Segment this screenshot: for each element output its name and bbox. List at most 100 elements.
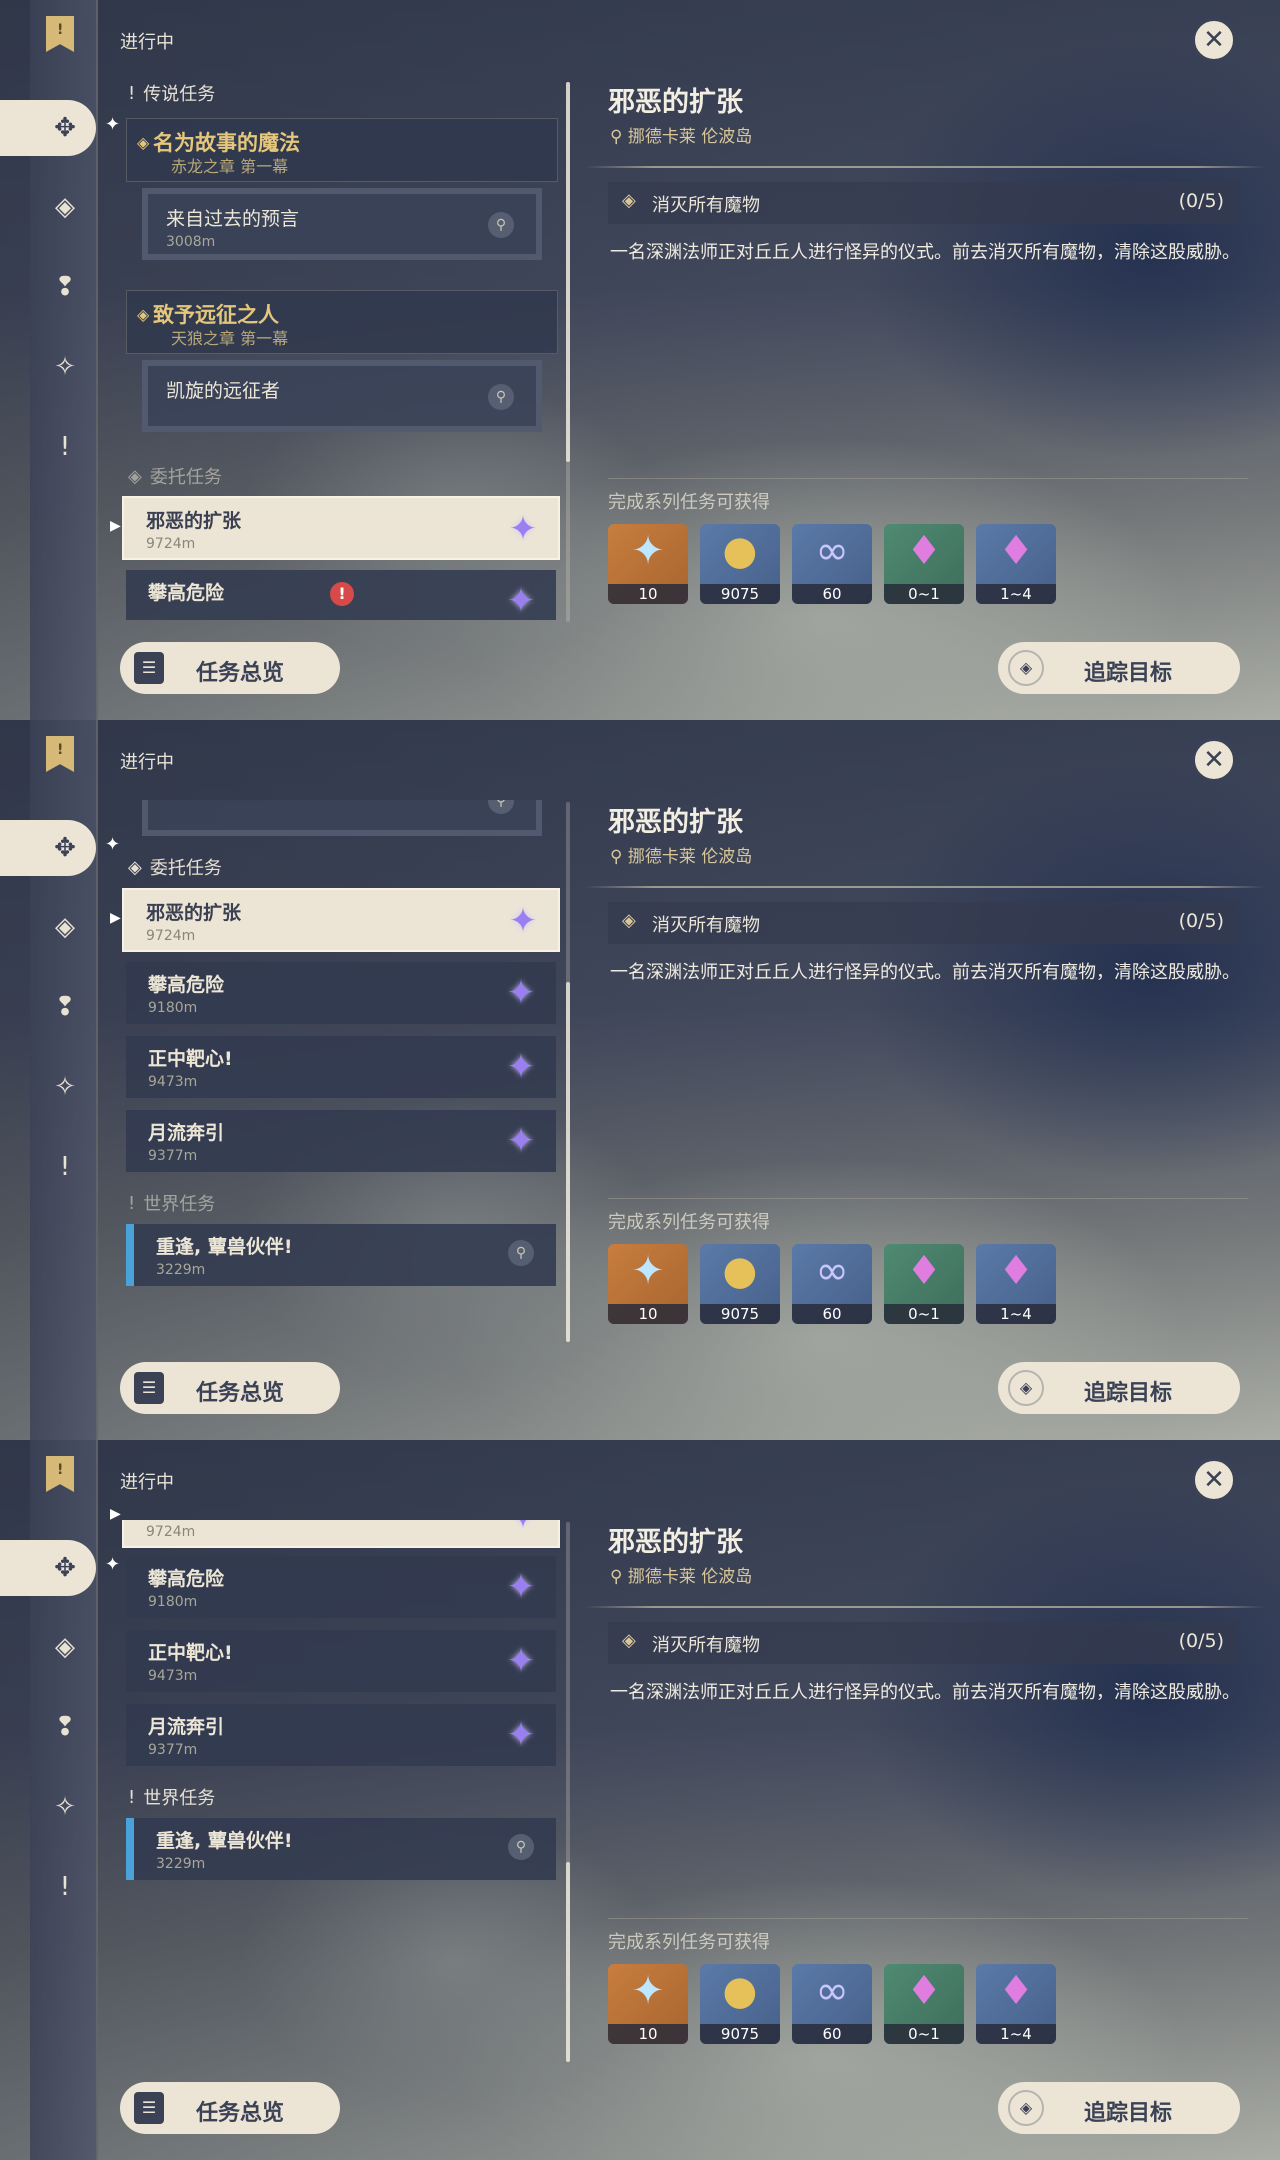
world-quest-category-icon[interactable]: ✧ xyxy=(40,342,90,392)
commission-item-selected[interactable]: 邪恶的扩张 9724m ✦ xyxy=(122,1520,560,1548)
commission-item[interactable]: 月流奔引 9377m ✦ xyxy=(126,1704,556,1766)
commission-star-icon: ✦ xyxy=(508,901,538,941)
location-pin-icon: ⚲ xyxy=(610,1567,628,1587)
exclamation-category-icon[interactable]: ! xyxy=(40,1862,90,1912)
quest-location: ⚲ 挪德卡莱 伦波岛 xyxy=(610,1567,753,1587)
reward-primogem[interactable]: ✦ 10 xyxy=(608,1964,688,2044)
reward-crystal-ore[interactable]: ♦ 0~1 xyxy=(884,1244,964,1324)
reward-mora[interactable]: ● 9075 xyxy=(700,1964,780,2044)
quest-overview-button[interactable]: ☰ 任务总览 xyxy=(120,2082,340,2134)
map-pin-icon[interactable]: ⚲ xyxy=(488,800,514,814)
world-quest-item[interactable]: 重逢, 蕈兽伙伴! 3229m ⚲ xyxy=(126,1224,556,1286)
section-world: ! 世界任务 xyxy=(128,1786,216,1810)
reward-mora[interactable]: ● 9075 xyxy=(700,1244,780,1324)
commission-item-selected[interactable]: 邪恶的扩张 9724m ✦ xyxy=(122,496,560,560)
rewards-row: ✦ 10 ● 9075 ∞ 60 ♦ 0~1 ♦ 1~4 xyxy=(608,1964,1056,2044)
track-target-button[interactable]: ◈ 追踪目标 xyxy=(998,2082,1240,2134)
close-icon: ✕ xyxy=(1203,25,1225,55)
commission-item[interactable]: 正中靶心! 9473m ✦ xyxy=(126,1630,556,1692)
friendship-exp-icon: ∞ xyxy=(815,528,849,574)
notebook-icon: ☰ xyxy=(134,652,164,684)
commission-star-icon: ✦ xyxy=(508,509,538,549)
commission-item[interactable]: 攀高危险 9180m ✦ xyxy=(126,962,556,1024)
reward-friendship[interactable]: ∞ 60 xyxy=(792,524,872,604)
legend-sub-quest[interactable]: ⚲ xyxy=(142,800,542,836)
story-quest-category-icon[interactable]: ❢ xyxy=(40,982,90,1032)
story-quest-category-icon[interactable]: ❢ xyxy=(40,1702,90,1752)
reward-crystal-ore[interactable]: ♦ 0~1 xyxy=(884,1964,964,2044)
rewards-label: 完成系列任务可获得 xyxy=(608,1212,770,1233)
reward-crystal-cluster[interactable]: ♦ 1~4 xyxy=(976,1244,1056,1324)
commission-item-selected[interactable]: 邪恶的扩张 9724m ✦ xyxy=(122,888,560,952)
rewards-row: ✦ 10 ● 9075 ∞ 60 ♦ 0~1 ♦ 1~4 xyxy=(608,524,1056,604)
commission-star-icon: ✦ xyxy=(506,973,536,1013)
close-button[interactable]: ✕ xyxy=(1192,1458,1236,1502)
divider xyxy=(585,166,1265,168)
exclamation-icon: ! xyxy=(128,1192,136,1214)
legend-sub-quest[interactable]: 来自过去的预言 3008m ⚲ xyxy=(142,188,542,260)
friendship-exp-icon: ∞ xyxy=(815,1968,849,2014)
archon-quest-category-icon[interactable]: ◈ xyxy=(40,182,90,232)
archon-quest-category-icon[interactable]: ◈ xyxy=(40,1622,90,1672)
close-button[interactable]: ✕ xyxy=(1192,18,1236,62)
story-quest-category-icon[interactable]: ❢ xyxy=(40,262,90,312)
legend-quest-card[interactable]: ◈ 致予远征之人 天狼之章 第一幕 xyxy=(126,290,558,354)
exclamation-category-icon[interactable]: ! xyxy=(40,422,90,472)
close-icon: ✕ xyxy=(1203,1465,1225,1495)
rewards-row: ✦ 10 ● 9075 ∞ 60 ♦ 0~1 ♦ 1~4 xyxy=(608,1244,1056,1324)
reward-primogem[interactable]: ✦ 10 xyxy=(608,524,688,604)
section-world: ! 世界任务 xyxy=(128,1192,216,1216)
reward-primogem[interactable]: ✦ 10 xyxy=(608,1244,688,1324)
world-quest-category-icon[interactable]: ✧ xyxy=(40,1782,90,1832)
commission-item[interactable]: 攀高危险 9180m ✦ xyxy=(126,1556,556,1618)
mora-icon: ● xyxy=(722,1248,758,1294)
quest-list[interactable]: 邪恶的扩张 9724m ✦ 攀高危险 9180m ✦ 正中靶心! 9473m ✦… xyxy=(118,1520,568,2060)
exclamation-category-icon[interactable]: ! xyxy=(40,1142,90,1192)
reward-friendship[interactable]: ∞ 60 xyxy=(792,1244,872,1324)
quest-title: 邪恶的扩张 xyxy=(608,87,743,118)
quest-list[interactable]: ! 传说任务 ◈ 名为故事的魔法 赤龙之章 第一幕 来自过去的预言 3008m ⚲… xyxy=(118,80,568,620)
track-target-button[interactable]: ◈ 追踪目标 xyxy=(998,642,1240,694)
map-pin-icon[interactable]: ⚲ xyxy=(488,212,514,238)
reward-mora[interactable]: ● 9075 xyxy=(700,524,780,604)
reward-crystal-cluster[interactable]: ♦ 1~4 xyxy=(976,1964,1056,2044)
commission-item[interactable]: 攀高危险 ! ✦ xyxy=(126,570,556,620)
reward-crystal-cluster[interactable]: ♦ 1~4 xyxy=(976,524,1056,604)
track-target-button[interactable]: ◈ 追踪目标 xyxy=(998,1362,1240,1414)
selection-arrow-icon: ▶ xyxy=(110,518,121,534)
screen-frame-1: ! ✥ ✦ ◈ ❢ ✧ ! 进行中 ! 传说任务 ◈ 名为故事的魔法 赤龙之章 第… xyxy=(0,0,1280,720)
legend-sub-quest[interactable]: 凯旋的远征者 ⚲ xyxy=(142,360,542,432)
ongoing-label: 进行中 xyxy=(120,1472,174,1493)
close-button[interactable]: ✕ xyxy=(1192,738,1236,782)
commission-category-icon[interactable]: ✥ xyxy=(40,823,90,873)
crystal-cluster-icon: ♦ xyxy=(998,1968,1034,2014)
commission-category-icon[interactable]: ✥ xyxy=(40,103,90,153)
quest-list[interactable]: ⚲ ◈ 委托任务 邪恶的扩张 9724m ✦ 攀高危险 9180m ✦ 正中靶心!… xyxy=(118,800,568,1340)
commission-item[interactable]: 正中靶心! 9473m ✦ xyxy=(126,1036,556,1098)
reward-friendship[interactable]: ∞ 60 xyxy=(792,1964,872,2044)
divider xyxy=(608,1918,1248,1919)
map-pin-icon[interactable]: ⚲ xyxy=(508,1834,534,1860)
quest-overview-button[interactable]: ☰ 任务总览 xyxy=(120,1362,340,1414)
legend-quest-card[interactable]: ◈ 名为故事的魔法 赤龙之章 第一幕 xyxy=(126,118,558,182)
quest-overview-button[interactable]: ☰ 任务总览 xyxy=(120,642,340,694)
divider xyxy=(585,886,1265,888)
reward-crystal-ore[interactable]: ♦ 0~1 xyxy=(884,524,964,604)
world-quest-item[interactable]: 重逢, 蕈兽伙伴! 3229m ⚲ xyxy=(126,1818,556,1880)
rewards-label: 完成系列任务可获得 xyxy=(608,492,770,513)
section-commission: ◈ 委托任务 xyxy=(128,465,222,489)
commission-item[interactable]: 月流奔引 9377m ✦ xyxy=(126,1110,556,1172)
commission-category-icon[interactable]: ✥ xyxy=(40,1543,90,1593)
friendship-exp-icon: ∞ xyxy=(815,1248,849,1294)
map-pin-icon[interactable]: ⚲ xyxy=(508,1240,534,1266)
list-scrollbar[interactable] xyxy=(566,1522,570,2062)
mora-icon: ● xyxy=(722,1968,758,2014)
map-pin-icon[interactable]: ⚲ xyxy=(488,384,514,410)
list-scrollbar[interactable] xyxy=(566,802,570,1342)
divider xyxy=(608,478,1248,479)
selection-arrow-icon: ▶ xyxy=(110,910,121,926)
world-quest-category-icon[interactable]: ✧ xyxy=(40,1062,90,1112)
archon-quest-category-icon[interactable]: ◈ xyxy=(40,902,90,952)
list-scrollbar[interactable] xyxy=(566,82,570,622)
section-commission: ◈ 委托任务 xyxy=(128,856,222,880)
